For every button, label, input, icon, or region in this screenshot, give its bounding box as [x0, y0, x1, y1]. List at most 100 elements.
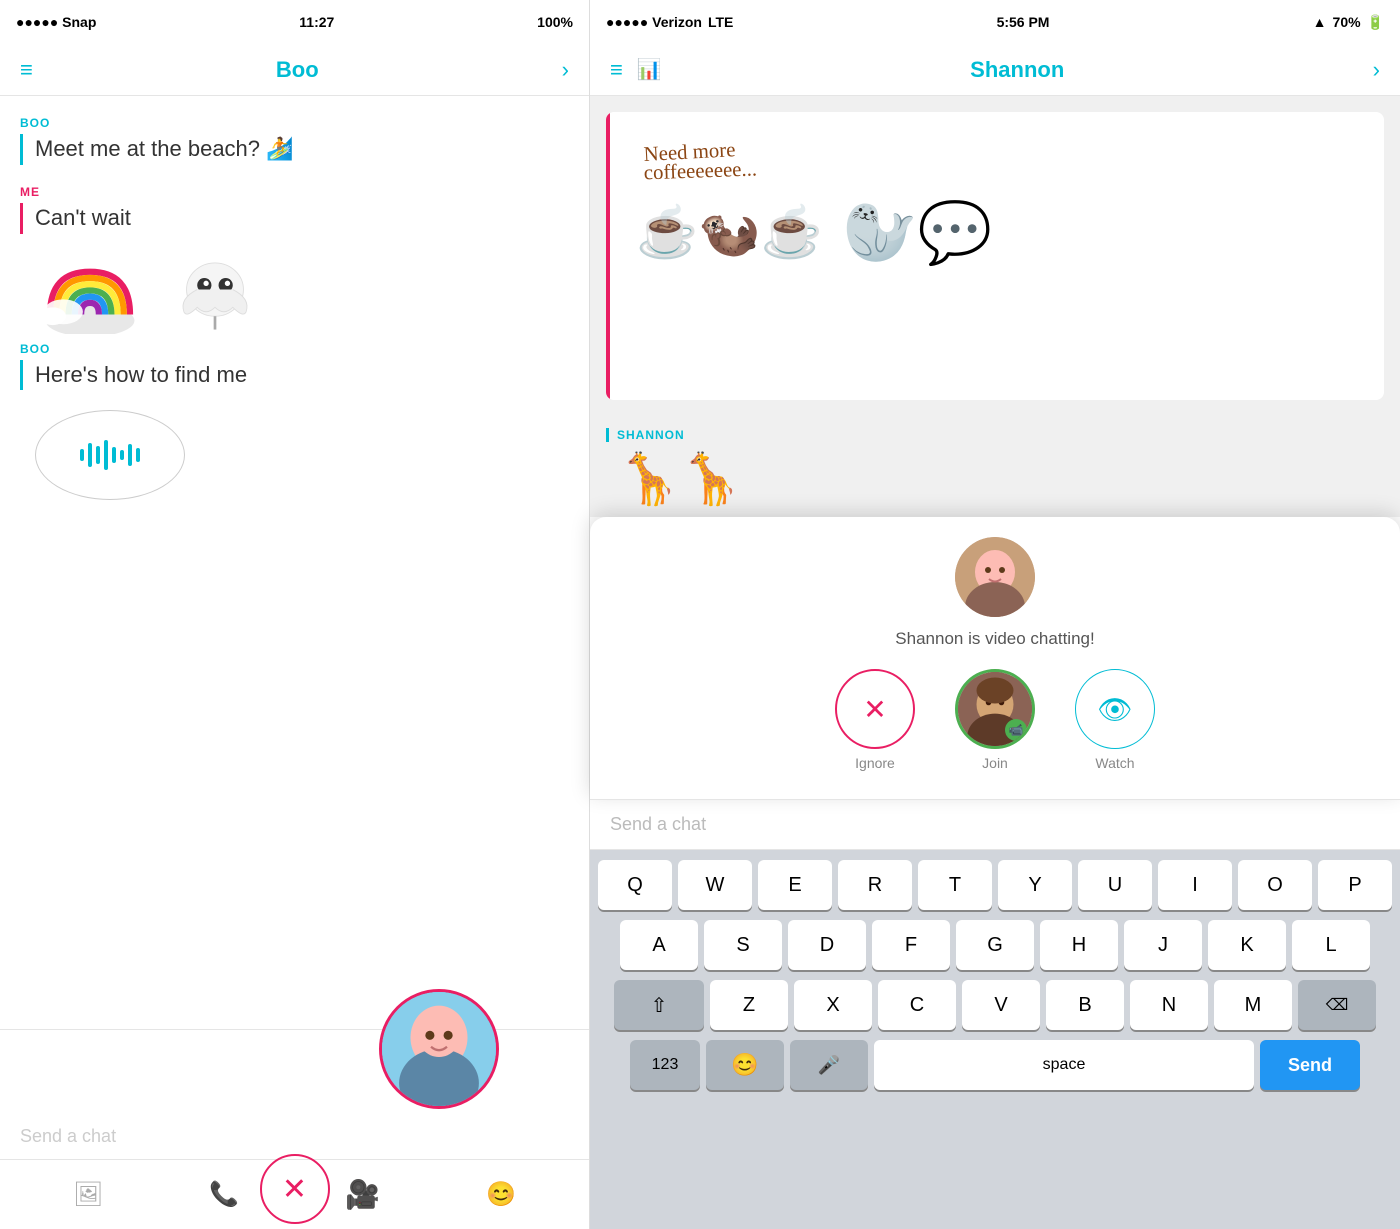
left-send-chat-bar[interactable]: Send a chat [0, 1114, 589, 1159]
key-z[interactable]: Z [710, 980, 788, 1030]
key-w[interactable]: W [678, 860, 752, 910]
photo-icon[interactable]: 🖼 [73, 1180, 103, 1209]
status-bar-left: ●●●●● Snap 11:27 100% [0, 0, 589, 44]
key-i[interactable]: I [1158, 860, 1232, 910]
left-border-boo [20, 134, 23, 165]
shannon-video-avatar [955, 537, 1035, 617]
left-send-chat-placeholder: Send a chat [20, 1126, 116, 1146]
key-q[interactable]: Q [598, 860, 672, 910]
left-signal: ●●●●● Snap [16, 14, 96, 30]
key-emoji[interactable]: 😊 [706, 1040, 784, 1090]
right-nav-left-icons: ≡ 📊 [610, 57, 662, 83]
key-n[interactable]: N [1130, 980, 1208, 1030]
phone-icon[interactable]: 📞 [209, 1180, 239, 1209]
join-video-badge: 📹 [1005, 719, 1027, 741]
key-delete[interactable]: ⌫ [1298, 980, 1376, 1030]
status-right-left: ●●●●● Verizon LTE [606, 14, 733, 30]
sender-label-me: ME [20, 185, 569, 199]
key-shift[interactable]: ⇧ [614, 980, 704, 1030]
join-button[interactable]: 📹 [955, 669, 1035, 749]
left-nav-bar: ≡ Boo › [0, 44, 589, 96]
svg-text:coffeeeeeee...: coffeeeeeee... [643, 157, 757, 182]
video-icon[interactable]: 🎥 [345, 1178, 380, 1211]
key-p[interactable]: P [1318, 860, 1392, 910]
right-time: 5:56 PM [997, 14, 1050, 30]
keyboard-row-1: Q W E R T Y U I O P [598, 860, 1392, 910]
key-o[interactable]: O [1238, 860, 1312, 910]
cancel-button[interactable]: ✕ [260, 1154, 330, 1224]
ignore-label: Ignore [855, 755, 895, 771]
key-l[interactable]: L [1292, 920, 1370, 970]
join-label: Join [982, 755, 1008, 771]
key-e[interactable]: E [758, 860, 832, 910]
key-d[interactable]: D [788, 920, 866, 970]
coffee-text: Need more coffeeeeeee... [606, 112, 1384, 197]
right-hamburger-icon[interactable]: ≡ [610, 57, 623, 83]
key-r[interactable]: R [838, 860, 912, 910]
right-signal: ●●●●● Verizon [606, 14, 702, 30]
right-chat-area: Need more coffeeeeeee... ☕🦦☕ 🦭💬 [590, 96, 1400, 416]
left-action-bar: 🖼 📞 ✕ 🎥 😊 [0, 1159, 589, 1229]
red-stripe [606, 112, 610, 400]
location-icon: ▲ [1313, 14, 1327, 30]
message-line-boo-2: Here's how to find me [20, 360, 569, 391]
watch-action: 👁 Watch [1075, 669, 1155, 771]
shannon-stickers: 🦒🦒 [606, 450, 1384, 517]
send-button[interactable]: Send [1260, 1040, 1360, 1090]
ignore-button[interactable]: ✕ [835, 669, 915, 749]
voice-note[interactable] [35, 410, 185, 500]
key-j[interactable]: J [1124, 920, 1202, 970]
right-battery: 70% [1333, 14, 1361, 30]
key-a[interactable]: A [620, 920, 698, 970]
left-chat-area: BOO Meet me at the beach? 🏄 ME Can't wai… [0, 96, 589, 1029]
key-123[interactable]: 123 [630, 1040, 700, 1090]
sender-label-boo-2: BOO [20, 342, 569, 356]
shannon-section: SHANNON 🦒🦒 [590, 416, 1400, 517]
message-block-me: ME Can't wait [20, 185, 569, 234]
key-g[interactable]: G [956, 920, 1034, 970]
message-block-boo-2: BOO Here's how to find me [20, 342, 569, 391]
key-c[interactable]: C [878, 980, 956, 1030]
left-battery: 100% [537, 14, 573, 30]
giraffe-sticker: 🦒🦒 [618, 450, 743, 509]
right-chart-icon[interactable]: 📊 [637, 57, 662, 82]
right-send-chat-input[interactable]: Send a chat [610, 814, 1380, 835]
video-chat-modal: Shannon is video chatting! ✕ Ignore [590, 517, 1400, 799]
voice-bars [80, 440, 140, 470]
left-chevron-icon[interactable]: › [562, 57, 569, 83]
key-y[interactable]: Y [998, 860, 1072, 910]
key-m[interactable]: M [1214, 980, 1292, 1030]
key-t[interactable]: T [918, 860, 992, 910]
key-x[interactable]: X [794, 980, 872, 1030]
keyboard-row-2: A S D F G H J K L [598, 920, 1392, 970]
right-panel: ●●●●● Verizon LTE 5:56 PM ▲ 70% 🔋 ≡ 📊 Sh… [590, 0, 1400, 1229]
rainbow-sticker [35, 254, 145, 334]
watch-button[interactable]: 👁 [1075, 669, 1155, 749]
ignore-x-icon: ✕ [863, 693, 886, 726]
key-k[interactable]: K [1208, 920, 1286, 970]
key-f[interactable]: F [872, 920, 950, 970]
right-chevron-icon[interactable]: › [1373, 57, 1380, 83]
left-border-boo-2 [20, 360, 23, 391]
emoji-icon[interactable]: 😊 [486, 1180, 516, 1209]
key-space[interactable]: space [874, 1040, 1254, 1090]
join-action: 📹 Join [955, 669, 1035, 771]
left-hamburger-icon[interactable]: ≡ [20, 57, 33, 83]
key-u[interactable]: U [1078, 860, 1152, 910]
key-v[interactable]: V [962, 980, 1040, 1030]
key-h[interactable]: H [1040, 920, 1118, 970]
video-actions: ✕ Ignore [835, 669, 1155, 771]
left-border-me [20, 203, 23, 234]
key-mic[interactable]: 🎤 [790, 1040, 868, 1090]
left-avatar-circle [379, 989, 499, 1109]
key-s[interactable]: S [704, 920, 782, 970]
watch-label: Watch [1095, 755, 1134, 771]
keyboard-row-3: ⇧ Z X C V B N M ⌫ [598, 980, 1392, 1030]
sender-label-boo: BOO [20, 116, 569, 130]
right-sticker-row: ☕🦦☕ 🦭💬 [606, 197, 1384, 268]
right-send-chat-bar[interactable]: Send a chat [590, 799, 1400, 850]
status-right-right: ▲ 70% 🔋 [1313, 14, 1384, 31]
ignore-action: ✕ Ignore [835, 669, 915, 771]
key-b[interactable]: B [1046, 980, 1124, 1030]
sticker-row [35, 254, 569, 334]
